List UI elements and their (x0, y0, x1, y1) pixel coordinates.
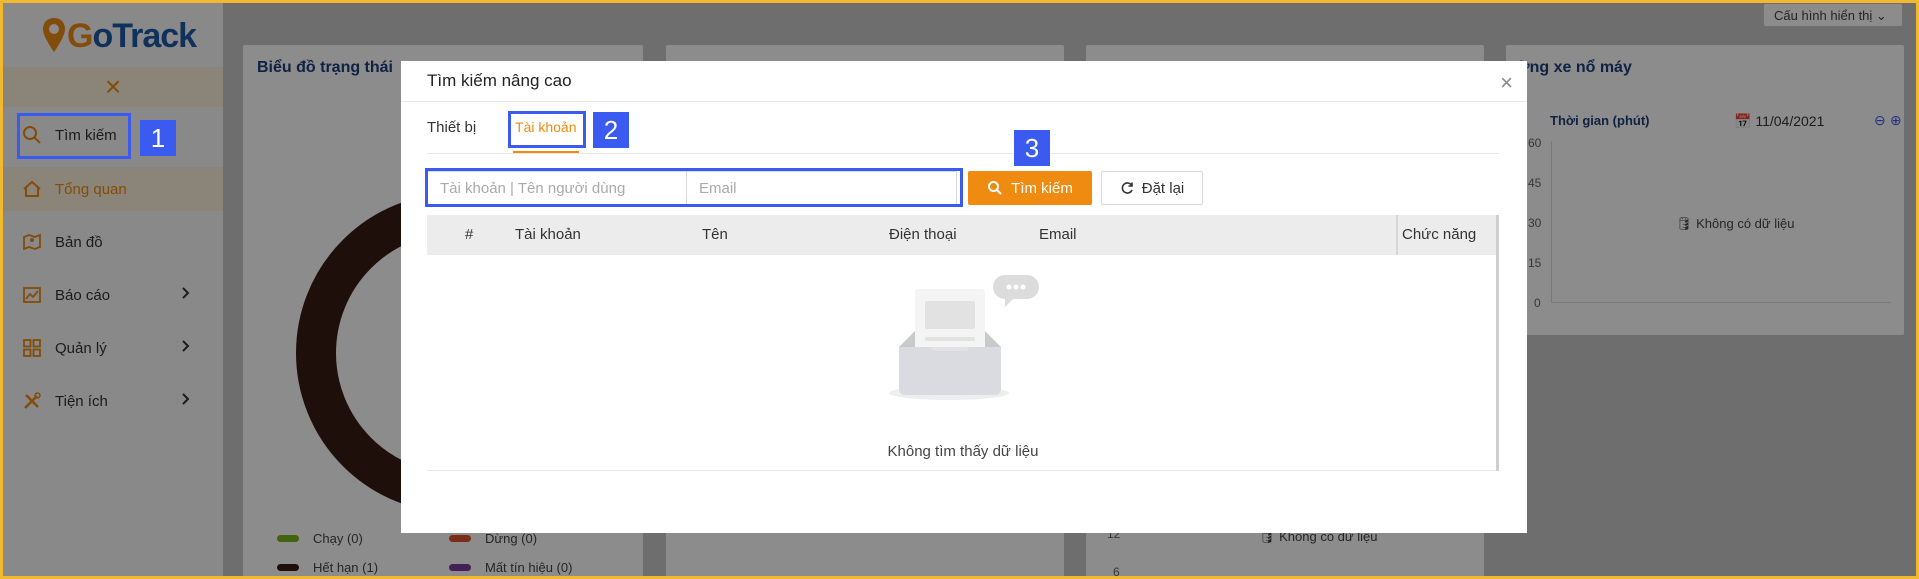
search-icon (988, 181, 1002, 195)
column-header: # (465, 226, 474, 243)
column-divider (1396, 215, 1398, 255)
column-header: Chức năng (1402, 226, 1477, 243)
annotation-badge: 3 (1014, 130, 1050, 166)
column-header: Tên (702, 226, 728, 243)
vertical-scrollbar[interactable] (1496, 215, 1499, 471)
search-button[interactable]: Tìm kiếm (968, 171, 1092, 205)
results-table: # Tài khoản Tên Điện thoại Email Chức nă… (427, 215, 1499, 471)
column-header: Tài khoản (515, 226, 581, 243)
reset-button[interactable]: Đặt lại (1101, 171, 1203, 205)
modal-title: Tìm kiếm nâng cao (427, 71, 572, 90)
tab-device[interactable]: Thiết bị (427, 119, 476, 136)
search-button-label: Tìm kiếm (1011, 179, 1073, 197)
divider (401, 101, 1527, 102)
annotation-box (17, 113, 131, 159)
empty-state-text: Không tìm thấy dữ liệu (887, 443, 1039, 460)
column-header: Điện thoại (889, 226, 957, 243)
empty-inbox-icon (889, 275, 1039, 400)
annotation-badge: 2 (593, 112, 629, 148)
table-header: # Tài khoản Tên Điện thoại Email Chức nă… (427, 215, 1499, 255)
annotation-badge: 1 (140, 120, 176, 156)
annotation-box (508, 111, 586, 148)
annotation-box (425, 168, 963, 207)
column-header: Email (1039, 226, 1077, 243)
close-icon[interactable]: × (1500, 70, 1513, 96)
divider (427, 153, 1499, 154)
screenshot-frame: GoTrack × Tìm kiếm Tổng quan Bản đồ Báo (0, 0, 1919, 579)
refresh-icon (1121, 182, 1133, 194)
reset-button-label: Đặt lại (1141, 179, 1185, 197)
